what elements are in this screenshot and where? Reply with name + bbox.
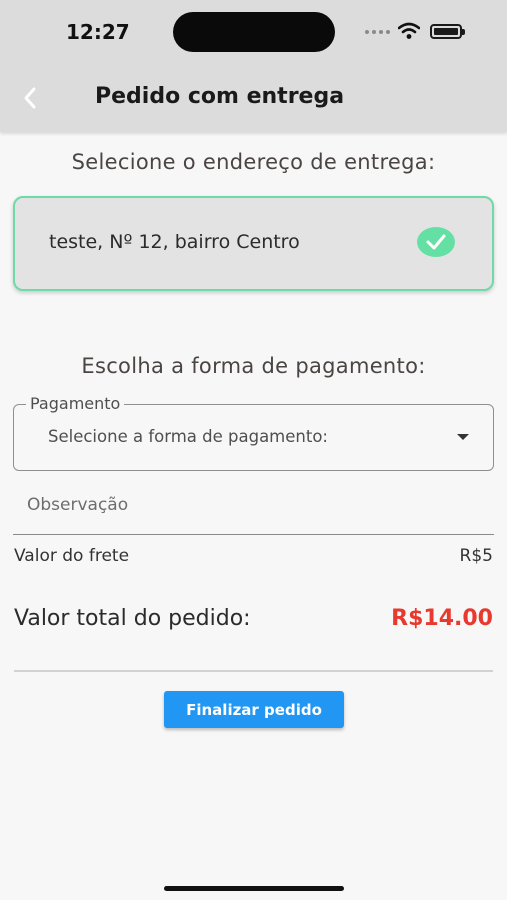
wifi-icon xyxy=(398,22,420,39)
divider xyxy=(14,670,493,672)
finish-order-button[interactable]: Finalizar pedido xyxy=(164,691,344,728)
home-indicator[interactable] xyxy=(164,886,344,891)
freight-value: R$5 xyxy=(459,546,493,566)
freight-row: Valor do frete R$5 xyxy=(14,546,493,566)
caret-down-icon xyxy=(457,434,469,440)
app-bar: 12:27 Pedido com entrega xyxy=(0,0,507,132)
chevron-left-icon xyxy=(24,87,36,109)
total-value: R$14.00 xyxy=(391,606,493,631)
address-text: teste, Nº 12, bairro Centro xyxy=(49,231,300,253)
total-label: Valor total do pedido: xyxy=(14,606,251,631)
signal-dots-icon xyxy=(365,30,390,34)
address-option-card[interactable]: teste, Nº 12, bairro Centro xyxy=(13,196,494,291)
payment-select-placeholder: Selecione a forma de pagamento: xyxy=(48,427,328,446)
battery-icon xyxy=(430,24,465,39)
status-time: 12:27 xyxy=(66,20,130,44)
payment-method-select[interactable]: Pagamento Selecione a forma de pagamento… xyxy=(13,394,494,471)
payment-field-label: Pagamento xyxy=(26,394,125,413)
observation-placeholder: Observação xyxy=(27,495,129,515)
dynamic-island xyxy=(173,12,335,52)
back-button[interactable] xyxy=(14,82,46,114)
address-section-title: Selecione o endereço de entrega: xyxy=(71,150,436,174)
total-row: Valor total do pedido: R$14.00 xyxy=(14,606,493,631)
freight-label: Valor do frete xyxy=(14,546,130,566)
payment-section-title: Escolha a forma de pagamento: xyxy=(81,354,426,378)
check-circle-icon xyxy=(417,227,455,257)
observation-input[interactable]: Observação xyxy=(13,482,494,535)
page-title: Pedido com entrega xyxy=(95,84,345,109)
